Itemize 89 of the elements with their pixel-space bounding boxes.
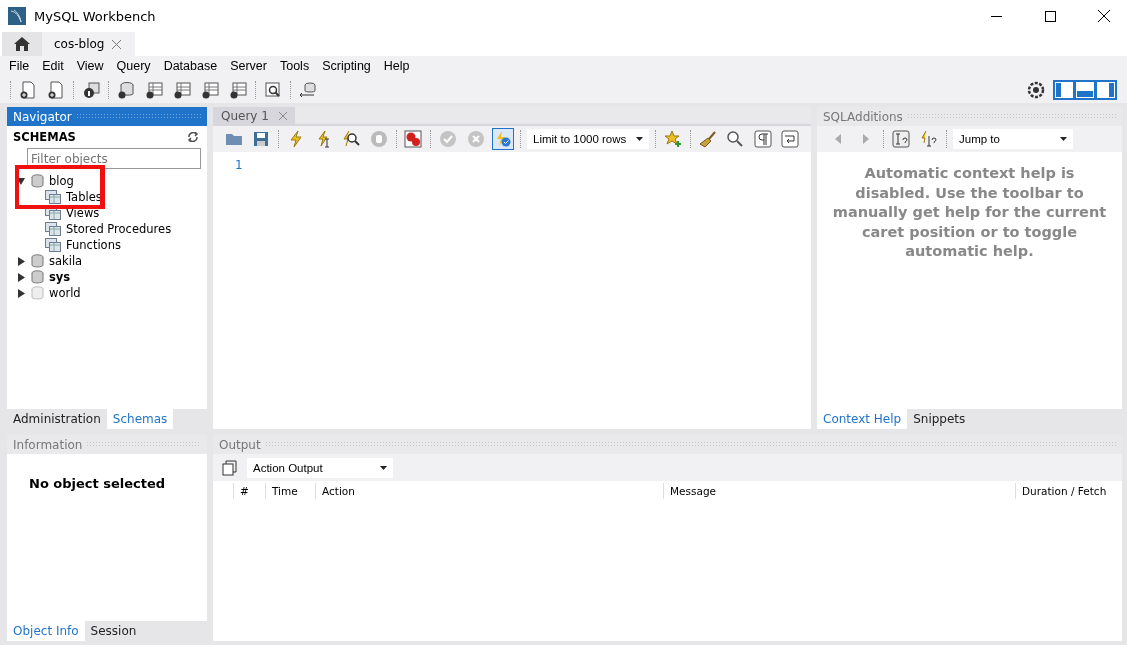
section-title: SCHEMAS — [13, 130, 76, 144]
menu-item[interactable]: Tools — [274, 56, 318, 76]
menu-item[interactable]: Server — [225, 56, 275, 76]
database-icon — [31, 286, 44, 300]
sql-file-icon — [47, 80, 65, 99]
tree-item[interactable]: Tables — [7, 189, 207, 205]
close-icon[interactable] — [112, 39, 122, 49]
connection-tab[interactable]: cos-blog — [42, 32, 136, 56]
sql-file-icon — [19, 80, 37, 99]
menu-item[interactable]: File — [4, 56, 38, 76]
window-title: MySQL Workbench — [34, 8, 157, 24]
output-type-dropdown[interactable]: Action Output — [247, 457, 393, 478]
panel-title: Navigator — [13, 109, 72, 124]
pilcrow-icon — [753, 130, 772, 148]
word-wrap-icon — [781, 130, 800, 148]
table-folder-icon — [45, 190, 61, 204]
stop-hand-icon — [369, 130, 388, 148]
table-folder-icon — [45, 222, 61, 236]
panel-tab[interactable]: Object Info — [7, 621, 85, 641]
home-icon — [14, 37, 30, 51]
stop-error-icon — [404, 130, 423, 148]
app-logo-icon — [8, 7, 26, 25]
tree-item[interactable]: Stored Procedures — [7, 221, 207, 237]
table-icon — [145, 80, 163, 99]
filter-field[interactable]: Filter objects — [27, 148, 201, 169]
panel-tab[interactable]: Context Help — [817, 409, 908, 429]
database-icon — [31, 174, 44, 188]
database-arrows-icon — [299, 80, 317, 99]
menu-item[interactable]: Database — [158, 56, 226, 76]
menu-item[interactable]: Edit — [37, 56, 72, 76]
broom-icon — [698, 130, 717, 148]
column-header[interactable]: Message — [663, 483, 1015, 499]
tree-item[interactable]: blog — [7, 173, 207, 189]
column-header[interactable]: Action — [315, 483, 663, 499]
check-icon — [438, 130, 457, 148]
tree-item[interactable]: Functions — [7, 237, 207, 253]
database-icon — [117, 80, 135, 99]
lightning-magnifier-icon — [342, 130, 361, 148]
panel-layout-icon[interactable] — [1053, 79, 1117, 100]
menu-item[interactable]: Help — [378, 56, 418, 76]
column-header[interactable]: # — [233, 483, 265, 499]
refresh-icon[interactable] — [187, 132, 199, 142]
table-folder-icon — [45, 206, 61, 220]
dropdown-caret-icon — [1060, 137, 1067, 141]
line-number: 1 — [235, 158, 243, 174]
home-tab[interactable] — [2, 32, 42, 56]
panel-title: SQLAdditions — [823, 109, 903, 124]
lightning-help-icon — [920, 130, 938, 148]
panel-tab[interactable]: Schemas — [106, 409, 174, 429]
lightning-check-icon — [494, 130, 513, 148]
menu-item[interactable]: Scripting — [317, 56, 379, 76]
collapse-arrow-icon[interactable] — [17, 176, 26, 186]
tree-item[interactable]: sakila — [7, 253, 207, 269]
tree-item[interactable]: Views — [7, 205, 207, 221]
menu-item[interactable]: View — [71, 56, 112, 76]
save-icon — [252, 130, 271, 148]
menu-item[interactable]: Query — [111, 56, 159, 76]
search-icon — [725, 130, 744, 148]
dropdown-caret-icon — [380, 465, 387, 470]
panel-title: Information — [13, 437, 83, 452]
dropdown-caret-icon — [635, 137, 643, 141]
table-icon — [201, 80, 219, 99]
jump-to-dropdown[interactable]: Jump to — [953, 129, 1073, 149]
table-icon — [173, 80, 191, 99]
search-icon — [264, 80, 282, 99]
column-header[interactable]: Duration / Fetch — [1015, 483, 1122, 499]
star-plus-icon — [663, 130, 682, 148]
table-folder-icon — [45, 238, 61, 252]
panel-title: Output — [219, 437, 261, 452]
toolbar-button[interactable] — [402, 128, 425, 150]
context-help-text: Automatic context help is disabled. Use the toolbar to manually get help for the current caret position or to toggle automatic help. — [831, 164, 1108, 261]
maximize-icon — [1044, 10, 1056, 22]
settings-icon — [1027, 80, 1045, 99]
query-tab[interactable]: Query 1 — [213, 107, 295, 124]
table-icon — [229, 80, 247, 99]
close-icon — [1098, 10, 1110, 22]
column-header[interactable]: Time — [265, 483, 315, 499]
info-icon — [82, 80, 100, 99]
tree-item[interactable]: sys — [7, 269, 207, 285]
cancel-icon — [466, 130, 485, 148]
cursor-help-icon — [892, 130, 910, 148]
database-icon — [31, 254, 44, 268]
tree-item[interactable]: world — [7, 285, 207, 301]
copy-icon — [221, 458, 239, 477]
info-message: No object selected — [29, 476, 166, 491]
minimize-icon — [990, 15, 1002, 17]
database-icon — [31, 270, 44, 284]
row-limit-dropdown[interactable]: Limit to 1000 rows — [527, 129, 649, 149]
lightning-icon — [287, 130, 305, 148]
